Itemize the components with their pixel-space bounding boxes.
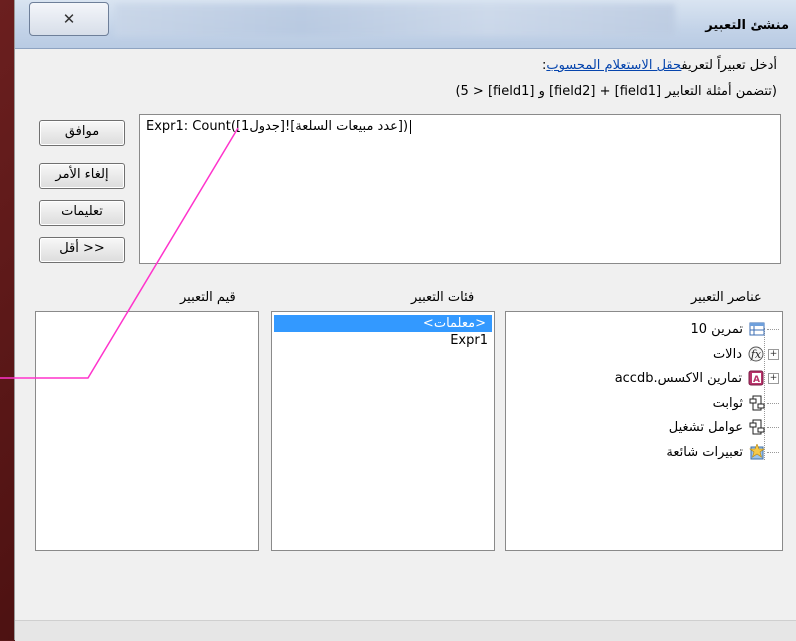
tree-item-constants[interactable]: ثوابت bbox=[713, 392, 779, 414]
tree-connector bbox=[767, 328, 779, 330]
expression-elements-label: عناصر التعبير bbox=[691, 290, 762, 305]
tree-item-common-expressions[interactable]: تعبيرات شائعة bbox=[666, 441, 779, 463]
expression-categories-list[interactable]: <معلمات> Expr1 bbox=[271, 311, 495, 551]
svg-text:fx: fx bbox=[750, 348, 762, 361]
svg-text:A: A bbox=[753, 375, 760, 385]
text-cursor bbox=[410, 119, 412, 134]
expression-categories-label: فئات التعبير bbox=[411, 290, 475, 305]
category-item-expr1[interactable]: Expr1 bbox=[272, 332, 494, 349]
title-bar: ✕ منشئ التعبير bbox=[15, 0, 796, 49]
category-item-parameters[interactable]: <معلمات> bbox=[274, 315, 492, 332]
expression-text: Expr1: Count([جدول1]![عدد مبيعات السلعة]… bbox=[146, 119, 409, 134]
database-icon: A bbox=[748, 370, 764, 386]
expression-input[interactable]: Expr1: Count([جدول1]![عدد مبيعات السلعة]… bbox=[139, 114, 781, 264]
tree-item-database[interactable]: + A تمارين الاكسس.accdb bbox=[615, 367, 779, 389]
tree-item-label: دالات bbox=[712, 346, 742, 362]
calculated-field-link[interactable]: حقل الاستعلام المحسوب bbox=[546, 58, 681, 73]
folder-icon bbox=[749, 419, 765, 435]
folder-icon bbox=[749, 395, 765, 411]
common-expression-icon bbox=[749, 444, 765, 460]
tree-item-operators[interactable]: عوامل تشغيل bbox=[669, 416, 779, 438]
tree-connector bbox=[767, 402, 779, 404]
tree-item-label: عوامل تشغيل bbox=[668, 419, 743, 435]
close-button[interactable]: ✕ bbox=[29, 2, 109, 36]
tree-item-label: تمرين 10 bbox=[690, 321, 744, 337]
cancel-button[interactable]: إلغاء الأمر bbox=[39, 163, 125, 189]
close-icon: ✕ bbox=[62, 10, 76, 28]
function-icon: fx bbox=[748, 346, 764, 362]
less-button[interactable]: << أقل bbox=[39, 237, 125, 263]
tree-connector bbox=[767, 426, 779, 428]
prompt-prefix: أدخل تعبيراً لتعريف bbox=[681, 58, 777, 73]
expression-values-label: قيم التعبير bbox=[180, 290, 236, 305]
status-strip bbox=[15, 620, 796, 641]
tree-item-label: تمارين الاكسس.accdb bbox=[614, 370, 742, 386]
tree-item-label: تعبيرات شائعة bbox=[666, 444, 743, 460]
tree-item-label: ثوابت bbox=[712, 395, 743, 411]
tree-connector bbox=[767, 451, 779, 453]
expand-icon[interactable]: + bbox=[768, 348, 779, 360]
help-button[interactable]: تعليمات bbox=[39, 200, 125, 226]
example-text: (تتضمن أمثلة التعابير [field1] + [field2… bbox=[455, 84, 777, 99]
dialog-title: منشئ التعبير bbox=[705, 18, 789, 33]
expand-icon[interactable]: + bbox=[768, 372, 779, 384]
expression-builder-dialog: ✕ منشئ التعبير أدخل تعبيراً لتعريفحقل ال… bbox=[14, 0, 796, 641]
title-bar-background bbox=[115, 4, 675, 36]
tree-item-query[interactable]: تمرين 10 bbox=[690, 318, 779, 340]
query-icon bbox=[749, 322, 765, 336]
prompt-text: أدخل تعبيراً لتعريفحقل الاستعلام المحسوب… bbox=[542, 58, 777, 73]
expression-values-list[interactable] bbox=[35, 311, 259, 551]
tree-item-functions[interactable]: + fx دالات bbox=[713, 343, 779, 365]
ok-button[interactable]: موافق bbox=[39, 120, 125, 146]
